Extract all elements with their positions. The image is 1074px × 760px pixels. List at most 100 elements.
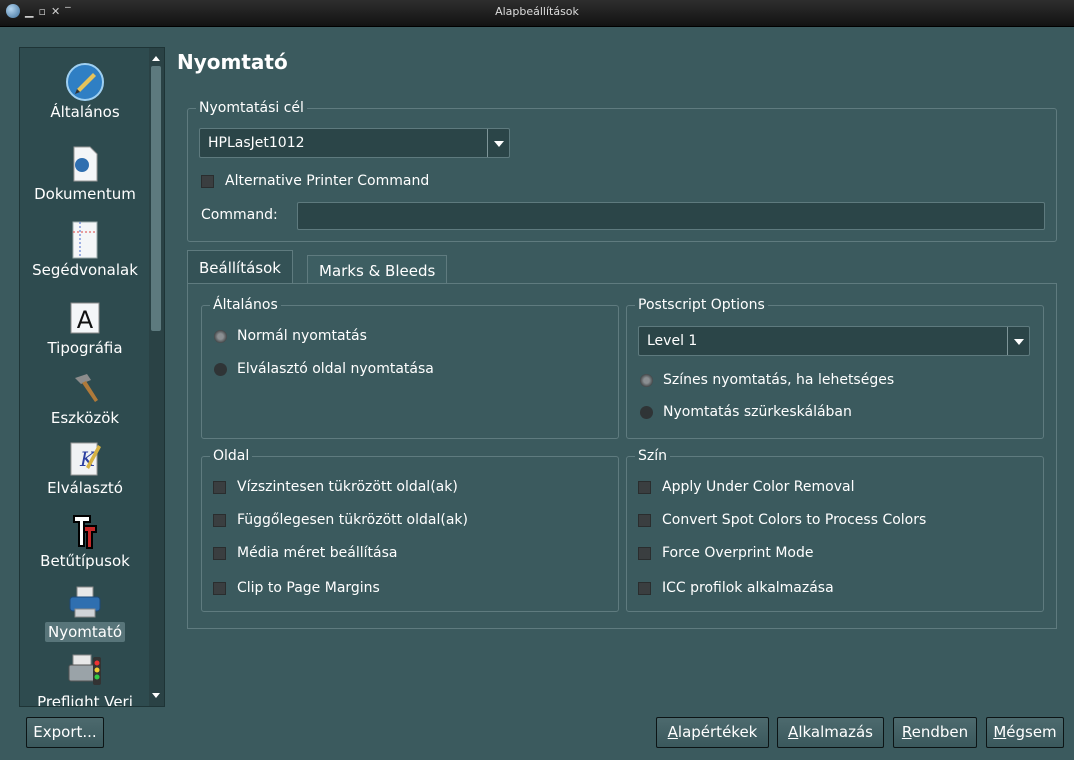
accel-key: M: [993, 723, 1007, 741]
sidebar-item-label: Tipográfia: [47, 339, 123, 357]
overprint-checkbox[interactable]: Force Overprint Mode: [638, 545, 814, 561]
printer-icon: [63, 582, 107, 622]
color-print-radio[interactable]: Színes nyomtatás, ha lehetséges: [640, 372, 894, 388]
checkbox-label: ICC profilok alkalmazása: [662, 580, 834, 596]
button-label: lkalmazás: [798, 723, 873, 741]
sidebar-item-preflight[interactable]: Preflight Veri: [20, 652, 150, 706]
ok-button[interactable]: Rendben: [893, 717, 977, 748]
radio-dot[interactable]: [214, 329, 227, 343]
button-label: égsem: [1006, 723, 1057, 741]
checkbox-box[interactable]: [638, 513, 651, 527]
tab-beallitasok[interactable]: Beállítások: [187, 250, 293, 284]
radio-dot[interactable]: [640, 405, 653, 419]
grayscale-print-radio[interactable]: Nyomtatás szürkeskálában: [640, 404, 852, 420]
sidebar-item-eszkozok[interactable]: Eszközök: [20, 368, 150, 428]
checkbox-label: Média méret beállítása: [237, 545, 398, 561]
command-input[interactable]: [297, 202, 1045, 230]
checkbox-box[interactable]: [213, 546, 226, 560]
checkbox-box[interactable]: [638, 480, 651, 494]
checkbox-box[interactable]: [213, 480, 226, 494]
command-label: Command:: [201, 207, 278, 223]
sidebar-item-nyomtato[interactable]: Nyomtató: [20, 582, 150, 642]
sidebar-item-label: Általános: [50, 103, 120, 121]
typography-icon: A: [63, 298, 107, 338]
tools-hammer-icon: [63, 368, 107, 408]
mirror-horizontal-checkbox[interactable]: Vízszintesen tükrözött oldal(ak): [213, 479, 458, 495]
postscript-level-value: Level 1: [647, 333, 698, 349]
sidebar-item-label: Nyomtató: [44, 622, 126, 642]
checkbox-box[interactable]: [201, 174, 214, 188]
sidebar-item-label: Eszközök: [50, 409, 120, 427]
separation-print-radio[interactable]: Elválasztó oldal nyomtatása: [214, 361, 434, 377]
defaults-button[interactable]: Alapértékek: [656, 717, 769, 748]
chevron-down-icon[interactable]: [1007, 327, 1029, 355]
sidebar-item-segedvonalak[interactable]: Segédvonalak: [20, 220, 150, 280]
sidebar-item-label: Segédvonalak: [32, 261, 138, 279]
sidebar-item-label: Preflight Veri: [37, 693, 133, 706]
sidebar-item-label: Dokumentum: [34, 185, 136, 203]
spot-colors-checkbox[interactable]: Convert Spot Colors to Process Colors: [638, 512, 926, 528]
radio-dot[interactable]: [640, 373, 653, 387]
printer-select[interactable]: HPLasJet1012: [199, 128, 510, 158]
scrollbar-thumb[interactable]: [151, 66, 161, 331]
preflight-icon: [63, 652, 107, 692]
accel-key: A: [788, 723, 799, 741]
fonts-icon: [63, 511, 107, 551]
checkbox-label: Force Overprint Mode: [662, 545, 814, 561]
accel-key: A: [667, 723, 678, 741]
cancel-button[interactable]: Mégsem: [986, 717, 1064, 748]
radio-label: Színes nyomtatás, ha lehetséges: [663, 372, 895, 388]
sidebar-item-tipografia[interactable]: A Tipográfia: [20, 298, 150, 358]
alt-command-checkbox[interactable]: Alternative Printer Command: [201, 173, 429, 189]
sidebar-scrollbar[interactable]: [149, 48, 164, 706]
sidebar-item-label: Elválasztó: [47, 479, 123, 497]
svg-text:A: A: [77, 306, 94, 334]
mirror-vertical-checkbox[interactable]: Függőlegesen tükrözött oldal(ak): [213, 512, 468, 528]
radio-label: Normál nyomtatás: [237, 328, 367, 344]
normal-print-radio[interactable]: Normál nyomtatás: [214, 328, 367, 344]
checkbox-label: Alternative Printer Command: [225, 173, 430, 189]
radio-label: Elválasztó oldal nyomtatása: [237, 361, 434, 377]
accel-key: R: [901, 723, 912, 741]
postscript-level-select[interactable]: Level 1: [638, 326, 1030, 356]
group-legend: Általános: [213, 297, 278, 313]
guides-icon: [63, 220, 107, 260]
checkbox-box[interactable]: [213, 513, 226, 527]
checkbox-box[interactable]: [638, 546, 651, 560]
document-icon: [63, 144, 107, 184]
media-size-checkbox[interactable]: Média méret beállítása: [213, 545, 397, 561]
sidebar-item-betutipusok[interactable]: Betűtípusok: [20, 511, 150, 571]
sidebar-item-dokumentum[interactable]: Dokumentum: [20, 144, 150, 204]
button-label: lapértékek: [677, 723, 758, 741]
general-globe-icon: [63, 62, 107, 102]
group-legend: Nyomtatási cél: [199, 100, 304, 116]
radio-dot[interactable]: [214, 362, 227, 376]
checkbox-box[interactable]: [213, 581, 226, 595]
icc-profiles-checkbox[interactable]: ICC profilok alkalmazása: [638, 580, 834, 596]
checkbox-label: Convert Spot Colors to Process Colors: [662, 512, 927, 528]
radio-label: Nyomtatás szürkeskálában: [663, 404, 852, 420]
clip-margins-checkbox[interactable]: Clip to Page Margins: [213, 580, 380, 596]
scroll-up-icon[interactable]: [152, 56, 160, 61]
sidebar-item-altalanos[interactable]: Általános: [20, 62, 150, 122]
apply-button[interactable]: Alkalmazás: [777, 717, 884, 748]
tab-marks-bleeds[interactable]: Marks & Bleeds: [307, 255, 448, 284]
scroll-down-icon[interactable]: [152, 693, 160, 698]
sidebar-item-label: Betűtípusok: [40, 552, 130, 570]
export-button[interactable]: Export...: [26, 717, 104, 748]
sidebar-item-elvalaszto[interactable]: K Elválasztó: [20, 438, 150, 498]
chevron-down-icon[interactable]: [487, 129, 509, 157]
window-title: Alapbeállítások: [495, 5, 579, 18]
page-title: Nyomtató: [177, 50, 288, 74]
sidebar: Általános Dokumentum Segédvonalak A Tipo…: [19, 47, 165, 707]
hyphenator-icon: K: [63, 438, 107, 478]
button-label: endben: [911, 723, 969, 741]
sidebar-list: Általános Dokumentum Segédvonalak A Tipo…: [20, 48, 150, 706]
checkbox-box[interactable]: [638, 581, 651, 595]
group-legend: Oldal: [213, 448, 250, 464]
checkbox-label: Clip to Page Margins: [237, 580, 380, 596]
checkbox-label: Vízszintesen tükrözött oldal(ak): [237, 479, 458, 495]
title-bar: ▁ ▫ ✕ ‾ Alapbeállítások: [0, 0, 1074, 27]
under-color-removal-checkbox[interactable]: Apply Under Color Removal: [638, 479, 854, 495]
group-legend: Postscript Options: [638, 297, 765, 313]
